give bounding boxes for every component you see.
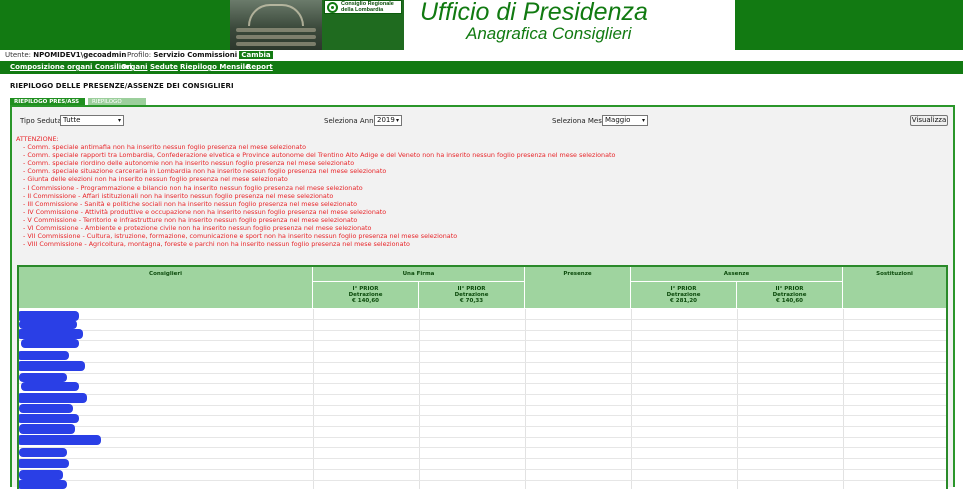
table-row [19, 395, 946, 406]
summary-panel: Tipo Seduta: Tutte ▾ Seleziona Anno: 201… [10, 105, 955, 489]
header-consiglieri: Consiglieri [19, 267, 313, 309]
profile-label: Profilo: [127, 51, 152, 59]
warning-list: ATTENZIONE: - Comm. speciale antimafia n… [16, 135, 916, 248]
table-row [19, 405, 946, 417]
table-row [19, 470, 946, 481]
rosa-camuna-icon [327, 2, 338, 13]
warning-header: ATTENZIONE: [16, 135, 59, 143]
visualizza-button[interactable]: Visualizza [910, 115, 948, 126]
app-subtitle: Anagrafica Consiglieri [466, 24, 632, 43]
menu-report[interactable]: Report [246, 61, 273, 74]
user-label: Utente: [5, 51, 32, 59]
council-chamber-photo [230, 0, 322, 50]
subheader-una-firma-i-prior: I° PRIOR Detrazione € 140,60 [313, 282, 419, 309]
table-row [19, 416, 946, 427]
table-row [19, 437, 946, 449]
table-row [19, 384, 946, 395]
anno-value: 2019 [377, 116, 395, 124]
redacted-name [19, 320, 77, 329]
header-assenze: Assenze [631, 267, 843, 282]
table-row [19, 427, 946, 438]
warning-item: - III Commissione - Sanità e politiche s… [23, 199, 358, 208]
attendance-table: Consiglieri Una Firma Presenze Assenze S… [17, 265, 948, 489]
redacted-name [19, 404, 73, 413]
user-bar: Utente: NPOMIDEV1\gecoadmin Profilo: Ser… [0, 50, 963, 61]
redacted-name [19, 480, 67, 489]
redacted-name [19, 424, 75, 434]
tipo-seduta-select[interactable]: Tutte ▾ [60, 115, 124, 126]
table-row [19, 341, 946, 353]
profile-info: Profilo: Servizio Commissioni Cambia [127, 50, 273, 61]
warning-item: - VIII Commissione - Agricoltura, montag… [23, 240, 410, 249]
chevron-down-icon: ▾ [117, 117, 121, 124]
mese-value: Maggio [605, 116, 631, 124]
menu-composizione-organi[interactable]: Composizione organi Consiliari [10, 61, 132, 74]
warning-item: - Giunta delle elezioni non ha inserito … [23, 175, 288, 184]
table-row [19, 480, 946, 489]
redacted-name [19, 361, 85, 371]
chevron-down-icon: ▾ [395, 117, 399, 124]
subheader-assenze-i-prior: I° PRIOR Detrazione € 281,20 [631, 282, 737, 309]
redacted-name [19, 470, 63, 480]
warning-item: - I Commissione - Programmazione e bilan… [23, 183, 363, 192]
banner-title-area: Ufficio di Presidenza Anagrafica Consigl… [404, 0, 735, 50]
warning-item: - Comm. speciale riordino delle autonomi… [23, 159, 355, 168]
filter-bar: Tipo Seduta: Tutte ▾ Seleziona Anno: 201… [18, 115, 948, 127]
header-presenze: Presenze [525, 267, 631, 309]
profile-value: Servizio Commissioni [153, 51, 238, 59]
menu-sedute[interactable]: Sedute [150, 61, 178, 74]
page-title: RIEPILOGO DELLE PRESENZE/ASSENZE DEI CON… [10, 82, 234, 90]
table-row [19, 459, 946, 470]
redacted-name [19, 435, 101, 445]
logo-text: Consiglio Regionale della Lombardia [341, 1, 394, 13]
mese-select[interactable]: Maggio ▾ [602, 115, 648, 126]
header-sostituzioni: Sostituzioni [843, 267, 946, 309]
tipo-seduta-label: Tipo Seduta: [20, 117, 64, 125]
subheader-assenze-ii-prior: II° PRIOR Detrazione € 140,60 [737, 282, 843, 309]
warning-item: - IV Commissione - Attività produttive e… [23, 207, 387, 216]
table-row [19, 320, 946, 331]
main-menu: Composizione organi Consiliari Organi Se… [0, 61, 963, 74]
redacted-name [19, 351, 69, 360]
app-title: Ufficio di Presidenza [420, 0, 648, 26]
menu-organi[interactable]: Organi [121, 61, 148, 74]
user-value: NPOMIDEV1\gecoadmin [33, 51, 127, 59]
warning-item: - Comm. speciale rapporti tra Lombardia,… [23, 151, 616, 160]
anno-label: Seleziona Anno: [324, 117, 381, 125]
chevron-down-icon: ▾ [641, 117, 645, 124]
warning-item: - V Commissione - Territorio e infrastru… [23, 215, 358, 224]
table-row [19, 448, 946, 460]
warning-item: - Comm. speciale antimafia non ha inseri… [23, 143, 307, 152]
table-row [19, 352, 946, 363]
table-row [19, 330, 946, 342]
header-una-firma: Una Firma [313, 267, 525, 282]
warning-item: - II Commissione - Affari istituzionali … [23, 191, 334, 200]
redacted-name [21, 339, 79, 348]
menu-riepilogo-mensile[interactable]: Riepilogo Mensile [180, 61, 250, 74]
redacted-name [19, 393, 87, 403]
anno-select[interactable]: 2019 ▾ [374, 115, 402, 126]
mese-label: Seleziona Mese: [552, 117, 609, 125]
warning-item: - Comm. speciale situazione carceraria i… [23, 167, 387, 176]
header-banner: Consiglio Regionale della Lombardia Uffi… [0, 0, 963, 50]
tipo-seduta-value: Tutte [63, 116, 81, 124]
redacted-name [19, 329, 83, 339]
redacted-name [19, 373, 67, 382]
redacted-name [19, 448, 67, 457]
redacted-name [19, 459, 69, 468]
change-profile-button[interactable]: Cambia [239, 51, 273, 59]
user-info: Utente: NPOMIDEV1\gecoadmin [5, 50, 126, 61]
table-row [19, 363, 946, 374]
warning-item: - VI Commissione - Ambiente e protezione… [23, 224, 372, 233]
table-row [19, 309, 946, 320]
subheader-una-firma-ii-prior: II° PRIOR Detrazione € 70,33 [419, 282, 525, 309]
redacted-name [21, 382, 79, 391]
table-row [19, 373, 946, 385]
warning-item: - VII Commissione - Cultura, istruzione,… [23, 232, 458, 241]
regional-council-logo: Consiglio Regionale della Lombardia [322, 0, 404, 50]
redacted-name [19, 414, 79, 423]
